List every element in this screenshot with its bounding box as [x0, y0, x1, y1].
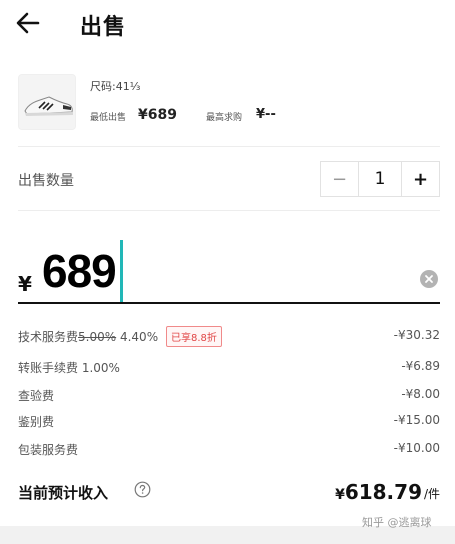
quantity-value: 1 — [358, 162, 402, 196]
text-caret — [120, 240, 123, 302]
fee-amount: -¥15.00 — [393, 413, 440, 427]
current-rate: 4.40% — [119, 330, 159, 344]
highest-bid-label: 最高求购 — [206, 113, 243, 123]
divider — [18, 210, 440, 211]
fee-row-transfer: 转账手续费 1.00% -¥6.89 — [18, 357, 440, 377]
watermark: 知乎 @逃离球 — [362, 516, 432, 529]
divider — [18, 146, 440, 147]
fee-name: 技术服务费5.00% 4.40% — [18, 330, 159, 344]
fee-row-authentication: 鉴别费 -¥15.00 — [18, 411, 440, 431]
quantity-stepper: − 1 + — [320, 161, 440, 197]
fee-row-inspection: 查验费 -¥8.00 — [18, 385, 440, 405]
per-unit-label: /件 — [423, 487, 440, 501]
help-circle-icon[interactable] — [134, 481, 151, 498]
product-summary: 尺码:41⅓ 最低出售 ¥689 最高求购 ¥-- — [0, 70, 455, 140]
price-value: 689 — [42, 245, 117, 297]
highest-bid-value: ¥-- — [256, 107, 276, 122]
decrement-button[interactable]: − — [321, 162, 358, 196]
fee-name: 转账手续费 1.00% — [18, 361, 120, 375]
fee-amount: -¥30.32 — [393, 328, 440, 342]
estimated-income-label: 当前预计收入 — [18, 484, 109, 502]
fee-name: 查验费 — [18, 389, 55, 403]
fee-name: 鉴别费 — [18, 415, 55, 429]
price-currency: ¥ — [18, 272, 32, 296]
page-title: 出售 — [80, 15, 127, 40]
discount-badge: 已享8.8折 — [166, 326, 222, 347]
quantity-label: 出售数量 — [18, 173, 74, 189]
size-text: 尺码:41⅓ — [90, 80, 141, 93]
original-rate: 5.00% — [78, 330, 117, 344]
fee-name: 包装服务费 — [18, 443, 79, 457]
fee-row-packaging: 包装服务费 -¥10.00 — [18, 439, 440, 459]
header: 出售 — [0, 0, 455, 52]
lowest-sell-label: 最低出售 — [90, 113, 127, 123]
arrow-left-icon[interactable] — [14, 10, 42, 36]
lowest-sell-value: ¥689 — [138, 107, 177, 123]
increment-button[interactable]: + — [402, 162, 439, 196]
fee-amount: -¥8.00 — [401, 387, 440, 401]
fee-row-tech-service: 技术服务费5.00% 4.40% 已享8.8折 -¥30.32 — [18, 326, 440, 347]
estimated-income-amount: ¥618.79 — [335, 480, 422, 504]
fee-amount: -¥6.89 — [401, 359, 440, 373]
fee-amount: -¥10.00 — [393, 441, 440, 455]
estimated-income-row: 当前预计收入 ¥618.79 /件 — [18, 480, 440, 506]
price-underline — [18, 302, 440, 304]
sneaker-icon — [18, 74, 76, 130]
clear-icon[interactable] — [420, 270, 438, 288]
price-input[interactable]: ¥ 689 — [18, 238, 440, 306]
